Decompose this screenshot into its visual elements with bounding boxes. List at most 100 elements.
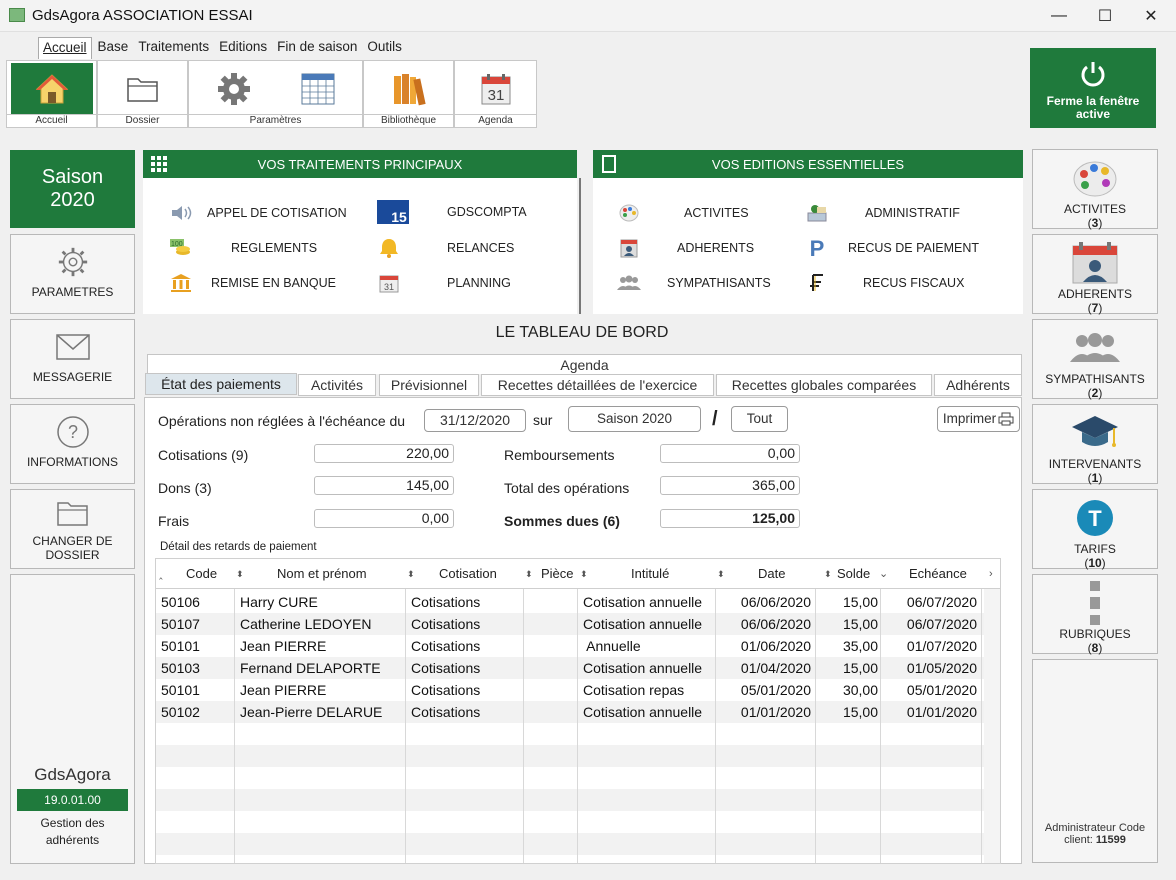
parametres-label: PARAMETRES bbox=[31, 285, 114, 299]
menu-base[interactable]: Base bbox=[94, 37, 133, 59]
app-name: GdsAgora bbox=[34, 765, 111, 784]
col-echeance[interactable]: Echéance bbox=[909, 559, 967, 589]
planning-link[interactable]: 31 PLANNING bbox=[377, 272, 511, 294]
table-row[interactable]: 50103 Fernand DELAPORTE Cotisations Cotisat… bbox=[156, 657, 1000, 679]
frais-label: Frais bbox=[158, 513, 190, 529]
cotisations-value: 220,00 bbox=[314, 444, 454, 463]
tab-previsionnel[interactable]: Prévisionnel bbox=[379, 374, 479, 396]
sympathisants-button[interactable]: SYMPATHISANTS (2) bbox=[1032, 319, 1158, 400]
traitements-title: VOS TRAITEMENTS PRINCIPAUX bbox=[257, 156, 463, 172]
settings-button[interactable] bbox=[193, 63, 275, 115]
sort-icon[interactable]: ⬍ bbox=[407, 559, 415, 589]
empty-row bbox=[156, 767, 1000, 789]
col-date[interactable]: Date bbox=[758, 559, 785, 589]
table-row[interactable]: 50106 Harry CURE Cotisations Cotisation ann… bbox=[156, 591, 1000, 613]
col-cotisation[interactable]: Cotisation bbox=[439, 559, 497, 589]
chevron-down-icon[interactable]: ⌄ bbox=[879, 559, 888, 589]
rubriques-icon bbox=[1090, 581, 1100, 625]
tab-etat-paiements[interactable]: État des paiements bbox=[145, 373, 297, 395]
tab-activites[interactable]: Activités bbox=[298, 374, 376, 396]
imprimer-button[interactable]: Imprimer bbox=[937, 406, 1020, 432]
season-label: Saison bbox=[41, 166, 104, 188]
intervenants-button[interactable]: INTERVENANTS (1) bbox=[1032, 404, 1158, 485]
col-solde[interactable]: Solde bbox=[837, 559, 870, 589]
table-row[interactable]: 50101 Jean PIERRE Cotisations Annuelle 01/0… bbox=[156, 635, 1000, 657]
library-button[interactable] bbox=[368, 63, 450, 115]
table-row[interactable]: 50107 Catherine LEDOYEN Cotisations Cotisat… bbox=[156, 613, 1000, 635]
column-divider bbox=[405, 589, 406, 863]
svg-text:31: 31 bbox=[384, 282, 394, 292]
close-button[interactable]: ✕ bbox=[1128, 0, 1174, 32]
reglements-link[interactable]: 100 REGLEMENTS bbox=[169, 237, 317, 259]
edition-sympathisants-link[interactable]: SYMPATHISANTS bbox=[617, 272, 771, 294]
minimize-button[interactable]: — bbox=[1036, 0, 1082, 32]
edition-activites-link[interactable]: ACTIVITES bbox=[617, 202, 749, 224]
vertical-scrollbar[interactable] bbox=[984, 589, 1000, 863]
col-piece[interactable]: Pièce bbox=[541, 559, 574, 589]
informations-button[interactable]: ? INFORMATIONS bbox=[10, 404, 135, 484]
payments-table: ‸ Code ⬍ Nom et prénom ⬍ Cotisation ⬍ Pi… bbox=[155, 558, 1001, 864]
folder-icon bbox=[127, 78, 158, 102]
dossier-button[interactable] bbox=[102, 63, 184, 115]
gdscompta-link[interactable]: 15 GDSCOMPTA bbox=[377, 200, 527, 224]
sort-icon[interactable]: ⬍ bbox=[717, 559, 725, 589]
gear-icon bbox=[218, 73, 250, 105]
menu-fin-de-saison[interactable]: Fin de saison bbox=[273, 37, 361, 59]
editions-title: VOS EDITIONS ESSENTIELLES bbox=[711, 156, 905, 172]
tarifs-button[interactable]: T TARIFS (10) bbox=[1032, 489, 1158, 570]
sort-icon[interactable]: ⬍ bbox=[525, 559, 533, 589]
relances-link[interactable]: RELANCES bbox=[377, 237, 514, 259]
table-row[interactable]: 50102 Jean-Pierre DELARUE Cotisations Cotis… bbox=[156, 701, 1000, 723]
scroll-right-icon[interactable]: › bbox=[989, 559, 993, 589]
tab-recettes-detaillees[interactable]: Recettes détaillées de l'exercice bbox=[481, 374, 714, 396]
ribbon-group-agenda: 31 Agenda bbox=[454, 60, 537, 128]
table-settings-button[interactable] bbox=[277, 63, 359, 115]
empty-row bbox=[156, 723, 1000, 745]
tab-agenda[interactable]: Agenda bbox=[147, 354, 1022, 374]
sort-icon[interactable]: ⬍ bbox=[580, 559, 588, 589]
total-operations-label: Total des opérations bbox=[504, 480, 630, 496]
imprimer-label: Imprimer bbox=[942, 411, 997, 426]
appel-cotisation-link[interactable]: APPEL DE COTISATION bbox=[169, 202, 347, 224]
home-button[interactable] bbox=[11, 63, 93, 115]
remise-banque-link[interactable]: REMISE EN BANQUE bbox=[169, 272, 336, 294]
edition-adherents-link[interactable]: ADHERENTS bbox=[617, 237, 754, 259]
saison-select[interactable]: Saison 2020 bbox=[568, 406, 701, 432]
col-code[interactable]: Code bbox=[186, 559, 217, 589]
menu-editions[interactable]: Editions bbox=[215, 37, 271, 59]
sort-icon[interactable]: ⬍ bbox=[236, 559, 244, 589]
tab-recettes-globales[interactable]: Recettes globales comparées bbox=[716, 374, 932, 396]
parametres-button[interactable]: PARAMETRES bbox=[10, 234, 135, 314]
close-active-window-button[interactable]: Ferme la fenêtre active bbox=[1030, 48, 1156, 128]
ribbon-group-accueil: Accueil bbox=[6, 60, 97, 128]
folder-icon bbox=[56, 502, 88, 526]
cotisations-label: Cotisations (9) bbox=[158, 447, 249, 463]
edition-recus-fiscaux-link[interactable]: RECUS FISCAUX bbox=[805, 272, 964, 294]
scroll-left-icon[interactable]: ‸ bbox=[159, 559, 163, 589]
adherents-button[interactable]: ADHERENTS (7) bbox=[1032, 234, 1158, 315]
column-divider bbox=[523, 589, 524, 863]
col-nom[interactable]: Nom et prénom bbox=[277, 559, 367, 589]
menu-accueil[interactable]: Accueil bbox=[38, 37, 92, 59]
changer-dossier-button[interactable]: CHANGER DE DOSSIER bbox=[10, 489, 135, 569]
ops-date-field[interactable]: 31/12/2020 bbox=[424, 409, 526, 432]
maximize-button[interactable]: ☐ bbox=[1082, 0, 1128, 32]
agenda-button[interactable]: 31 bbox=[455, 63, 537, 115]
edition-recus-paiement-link[interactable]: P RECUS DE PAIEMENT bbox=[805, 237, 979, 259]
printer-icon bbox=[998, 412, 1014, 426]
edition-administratif-link[interactable]: ADMINISTRATIF bbox=[805, 202, 960, 224]
rubriques-button[interactable]: RUBRIQUES (8) bbox=[1032, 574, 1158, 655]
menu-traitements[interactable]: Traitements bbox=[134, 37, 213, 59]
activites-button[interactable]: ACTIVITES (3) bbox=[1032, 149, 1158, 230]
menu-outils[interactable]: Outils bbox=[363, 37, 406, 59]
col-intitule[interactable]: Intitulé bbox=[631, 559, 669, 589]
close-active-label: Ferme la fenêtre active bbox=[1046, 94, 1140, 121]
tab-adherents[interactable]: Adhérents bbox=[934, 374, 1022, 396]
table-row[interactable]: 50101 Jean PIERRE Cotisations Cotisation re… bbox=[156, 679, 1000, 701]
slash-separator: / bbox=[712, 408, 718, 430]
sort-icon[interactable]: ⬍ bbox=[824, 559, 832, 589]
sympathisants-count: (2) bbox=[1087, 386, 1103, 400]
books-icon bbox=[394, 74, 426, 106]
messagerie-button[interactable]: MESSAGERIE bbox=[10, 319, 135, 399]
tout-button[interactable]: Tout bbox=[731, 406, 788, 432]
